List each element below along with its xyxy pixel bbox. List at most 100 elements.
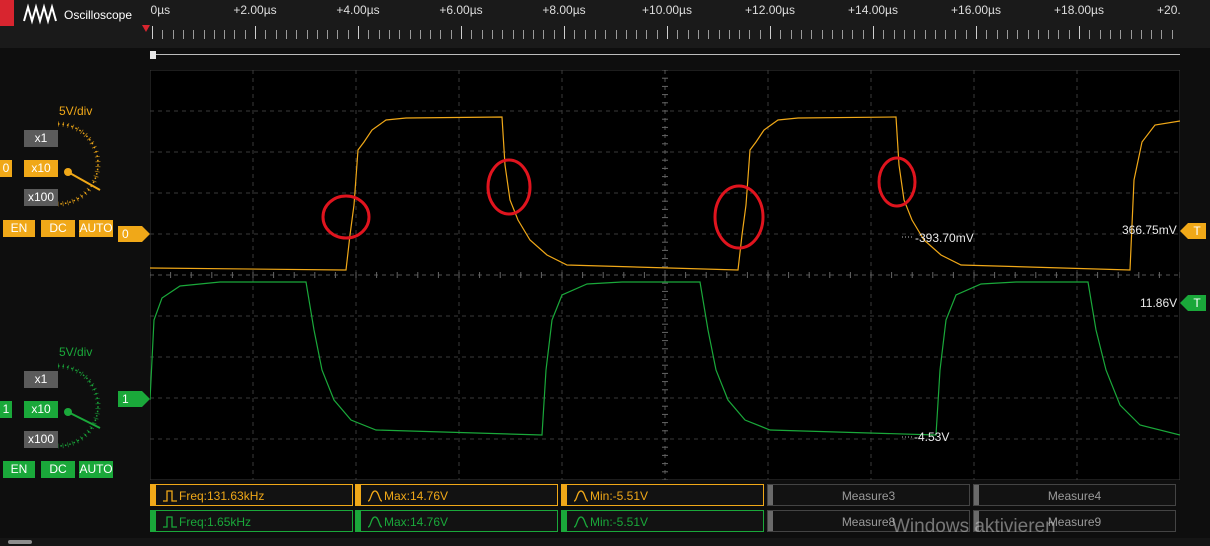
measurement-label: Measure9 [1047,515,1102,529]
measurement-row0-3[interactable]: Measure3 [767,484,970,506]
time-label: +4.00µs [336,3,380,17]
channel-0-trigger-level: 366.75mV [1122,223,1177,237]
time-tick [646,30,648,39]
time-tick [687,30,689,39]
measurement-waveform-icon [367,516,383,528]
measurement-waveform-icon [163,490,177,502]
time-tick [265,30,267,39]
time-tick [337,30,339,39]
scope-display[interactable] [150,70,1180,480]
time-tick [739,30,741,39]
time-tick [491,30,493,39]
channel-0-coupling-button[interactable]: DC [41,220,75,237]
measurement-row0-2[interactable]: Min:-5.51V [561,484,764,506]
time-axis[interactable]: 0.00µs +2.00µs +4.00µs +6.00µs +8.00µs +10.00… [150,0,1180,48]
time-tick [584,30,586,39]
measurement-color-bar [151,511,156,531]
time-tick [1120,30,1122,39]
measurement-waveform-icon [367,490,383,502]
time-tick [914,30,916,39]
scope-plot [150,70,1180,480]
time-tick [471,30,473,39]
time-tick [615,30,617,39]
time-tick [358,26,359,39]
time-scroll-handle[interactable] [150,51,156,59]
measurement-label: Freq:131.63kHz [179,489,265,503]
time-cursor-marker[interactable] [142,25,150,32]
time-tick [749,30,751,39]
time-label: +10.00µs [642,3,692,17]
measurement-label: Max:14.76V [384,489,449,503]
channel-0-enable-button[interactable]: EN [3,220,35,237]
top-bar: Oscilloscope 0.00µs +2.00µs +4.00µs +6.00µs… [0,0,1210,59]
windows-activation-watermark: Windows aktivieren [892,516,1056,537]
time-tick [1089,30,1091,39]
time-tick [842,30,844,39]
time-label: +16.00µs [951,3,1001,17]
time-tick [1151,30,1153,39]
measurement-row0-4[interactable]: Measure4 [973,484,1176,506]
time-label: +14.00µs [848,3,898,17]
time-label: +6.00µs [439,3,483,17]
time-tick [430,30,432,39]
measurement-row0-0[interactable]: Freq:131.63kHz [150,484,353,506]
time-tick [996,30,998,39]
channel-0-trigger-marker[interactable]: T [1180,223,1206,239]
time-tick [1006,30,1008,39]
time-tick [667,26,668,39]
channel-1-enable-button[interactable]: EN [3,461,35,478]
measurement-label: Freq:1.65kHz [179,515,252,529]
time-tick [893,30,895,39]
time-label: 0.00µs [150,3,171,17]
measurement-row1-2[interactable]: Min:-5.51V [561,510,764,532]
time-label: +8.00µs [542,3,586,17]
channel-1-scale-knob[interactable] [54,362,120,450]
channel-1-x100-button[interactable]: x100 [24,431,58,448]
channel-0-x1-button[interactable]: x1 [24,130,58,147]
time-tick [790,30,792,39]
waveform-icon [23,3,57,25]
time-tick [522,30,524,39]
measurement-row0-1[interactable]: Max:14.76V [355,484,558,506]
time-tick [759,30,761,39]
time-tick [461,26,462,39]
measurement-color-bar [974,485,979,505]
time-tick [450,30,452,39]
measurement-color-bar [356,485,361,505]
time-tick [388,30,390,39]
time-tick [594,30,596,39]
channel-0-x10-button[interactable]: x10 [24,160,58,177]
time-scroll-track[interactable] [150,54,1180,55]
channel-0-auto-button[interactable]: AUTO [79,220,113,237]
time-label: +2.00µs [233,3,277,17]
channel-0-number: 0 [0,160,12,177]
time-tick [182,30,184,39]
time-tick [708,30,710,39]
channel-1-x1-button[interactable]: x1 [24,371,58,388]
channel-0-x100-button[interactable]: x100 [24,189,58,206]
measurement-color-bar [356,511,361,531]
time-tick [1130,30,1132,39]
time-tick [903,30,905,39]
time-tick [327,30,329,39]
time-tick [502,30,504,39]
measurement-row1-0[interactable]: Freq:1.65kHz [150,510,353,532]
horizontal-scrollbar[interactable] [8,540,32,544]
channel-1-x10-button[interactable]: x10 [24,401,58,418]
time-tick [1058,30,1060,39]
time-tick [244,30,246,39]
time-tick [873,26,874,39]
time-tick [234,30,236,39]
channel-1-auto-button[interactable]: AUTO [79,461,113,478]
measurement-color-bar [562,511,567,531]
time-tick [172,30,174,39]
time-label: +18.00µs [1054,3,1104,17]
measurement-color-bar [151,485,156,505]
channel-1-trigger-marker[interactable]: T [1180,295,1206,311]
channel-1-offset-marker[interactable]: 1 [118,391,150,407]
measurement-waveform-icon [163,516,177,528]
measurement-row1-1[interactable]: Max:14.76V [355,510,558,532]
channel-0-offset-marker[interactable]: 0 [118,226,150,242]
channel-0-scale-knob[interactable] [54,120,120,208]
channel-1-coupling-button[interactable]: DC [41,461,75,478]
